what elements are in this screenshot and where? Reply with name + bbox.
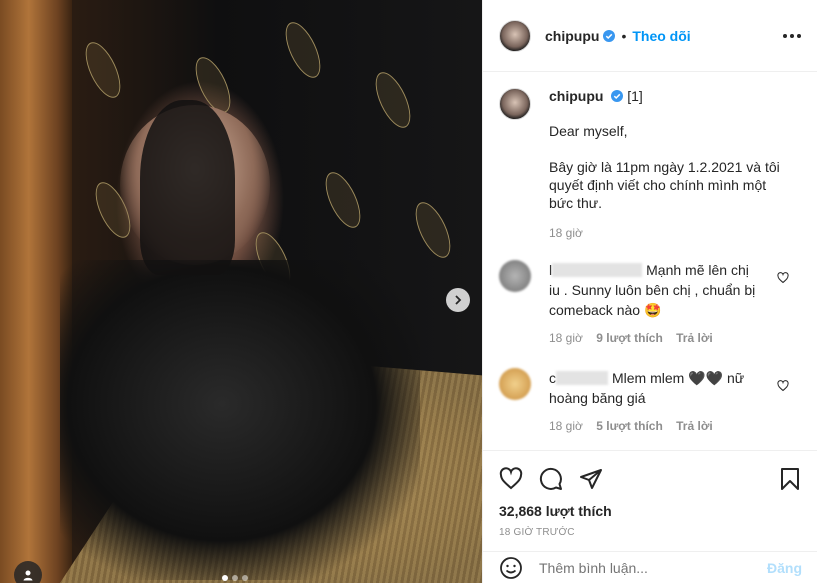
commenter-name[interactable]: c — [549, 370, 556, 386]
user-tag-icon — [23, 570, 33, 581]
emoji-icon[interactable] — [499, 556, 523, 580]
blurred-username — [556, 371, 608, 385]
comment-time[interactable]: 18 giờ — [549, 331, 583, 345]
koi-pattern — [408, 197, 458, 263]
post-actions: 32,868 lượt thích 18 GIỜ TRƯỚC — [483, 450, 817, 538]
caption-line2: Bây giờ là 11pm ngày 1.2.2021 và tôi quy… — [549, 159, 780, 211]
comment-reply-button[interactable]: Trả lời — [676, 331, 713, 345]
author-username[interactable]: chipupu — [545, 28, 599, 44]
caption: chipupu [1] Dear myself, Bây giờ là 11pm… — [499, 88, 801, 240]
instagram-post: chipupu • Theo dõi chipupu [1] Dear myse… — [0, 0, 817, 583]
more-options-icon[interactable] — [783, 33, 801, 38]
caption-avatar[interactable] — [499, 88, 531, 120]
post-sidebar: chipupu • Theo dõi chipupu [1] Dear myse… — [482, 0, 817, 583]
commenter-avatar[interactable] — [499, 368, 531, 400]
comment-body: c Mlem mlem 🖤🖤 nữ hoàng băng giá 18 giờ 5… — [549, 368, 761, 436]
share-icon[interactable] — [579, 467, 603, 491]
caption-ref: [1] — [627, 88, 643, 104]
carousel-dot-active — [222, 575, 228, 581]
koi-pattern — [78, 37, 128, 103]
next-photo-button[interactable] — [446, 288, 470, 312]
carousel-dot — [242, 575, 248, 581]
comment-meta: 18 giờ 9 lượt thích Trả lời — [549, 328, 761, 348]
carousel-dots — [222, 575, 248, 581]
heart-icon[interactable] — [499, 467, 523, 491]
author-avatar[interactable] — [499, 19, 531, 52]
hair — [140, 100, 235, 275]
dress — [60, 260, 420, 580]
comment-icon[interactable] — [539, 467, 563, 491]
comment-body: l Mạnh mẽ lên chị iu . Sunny luôn bên chị… — [549, 260, 761, 348]
commenter-avatar[interactable] — [499, 260, 531, 292]
post-comment-button[interactable]: Đăng — [767, 560, 802, 576]
caption-body: chipupu [1] Dear myself, Bây giờ là 11pm… — [549, 88, 789, 240]
comment-likes[interactable]: 5 lượt thích — [596, 419, 663, 433]
koi-pattern — [368, 67, 418, 133]
caption-time[interactable]: 18 giờ — [549, 226, 583, 240]
bookmark-icon[interactable] — [778, 467, 802, 491]
carousel-dot — [232, 575, 238, 581]
follow-button[interactable]: Theo dõi — [632, 28, 690, 44]
chevron-right-icon — [455, 295, 462, 305]
more-dot — [783, 33, 787, 38]
blurred-username — [552, 263, 643, 277]
separator-dot: • — [621, 27, 627, 44]
comment-likes[interactable]: 9 lượt thích — [596, 331, 663, 345]
koi-pattern — [278, 17, 328, 83]
comment-time[interactable]: 18 giờ — [549, 419, 583, 433]
add-comment-bar: Đăng — [483, 551, 817, 583]
heart-icon[interactable] — [777, 272, 789, 284]
comment-meta: 18 giờ 5 lượt thích Trả lời — [549, 416, 761, 436]
more-dot — [790, 33, 794, 38]
comment-item: c Mlem mlem 🖤🖤 nữ hoàng băng giá 18 giờ 5… — [499, 368, 801, 436]
heart-icon[interactable] — [777, 380, 789, 392]
caption-meta: 18 giờ — [549, 226, 789, 240]
koi-pattern — [318, 167, 368, 233]
comment-input[interactable] — [539, 559, 767, 576]
verified-badge-icon — [603, 29, 616, 42]
more-dot — [797, 33, 801, 38]
user-tag-button[interactable] — [14, 561, 42, 583]
caption-line1: Dear myself, — [549, 123, 628, 139]
comments-list[interactable]: chipupu [1] Dear myself, Bây giờ là 11pm… — [483, 72, 817, 460]
likes-count[interactable]: 32,868 lượt thích — [499, 503, 802, 519]
action-icons-row — [499, 459, 802, 499]
verified-badge-icon — [611, 90, 624, 102]
post-timestamp[interactable]: 18 GIỜ TRƯỚC — [499, 527, 802, 538]
post-photo[interactable] — [0, 0, 482, 583]
post-header: chipupu • Theo dõi — [483, 0, 817, 72]
comment-reply-button[interactable]: Trả lời — [676, 419, 713, 433]
caption-username[interactable]: chipupu — [549, 88, 603, 104]
comment-item: l Mạnh mẽ lên chị iu . Sunny luôn bên chị… — [499, 260, 801, 348]
